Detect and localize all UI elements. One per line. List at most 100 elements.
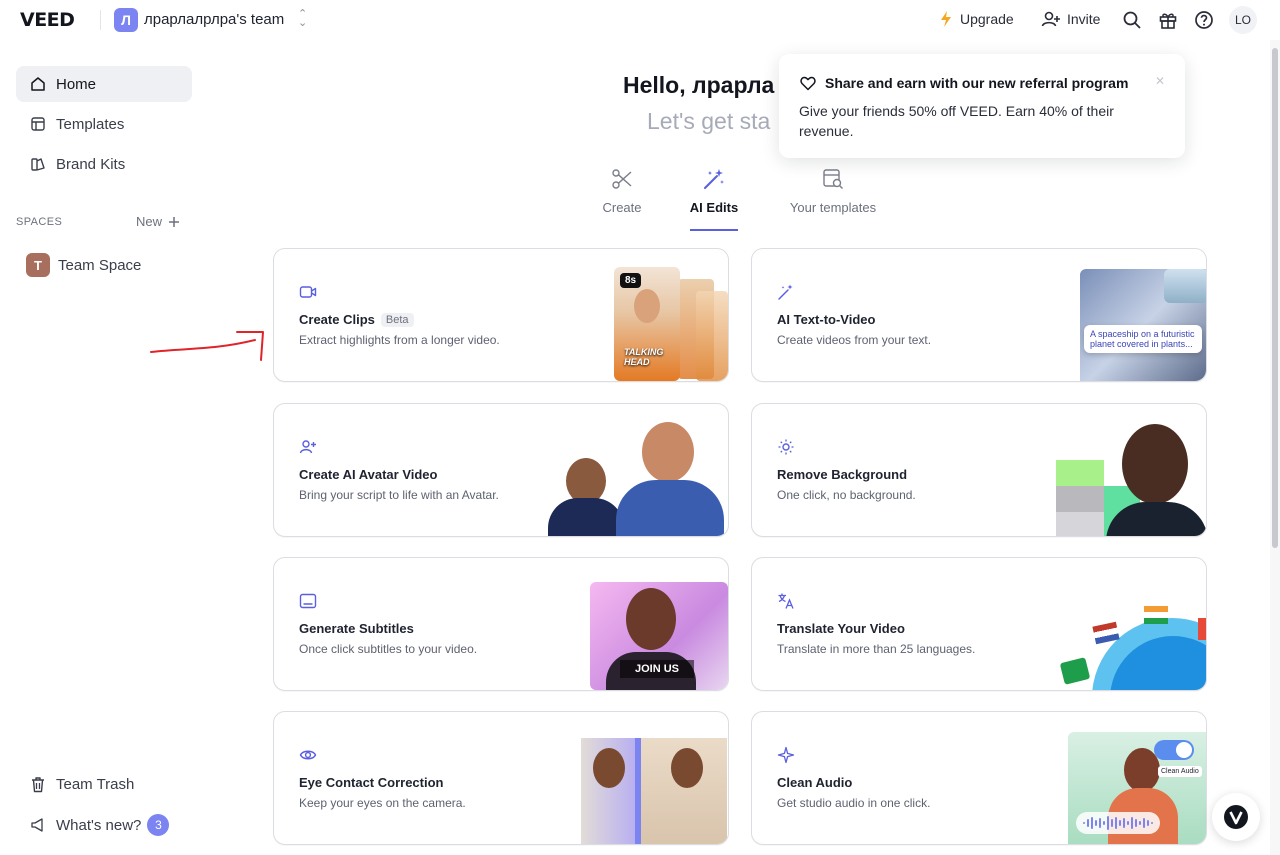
- tab-your-templates[interactable]: Your templates: [783, 164, 883, 215]
- avatar-thumbnail: [544, 414, 728, 536]
- beta-badge: Beta: [380, 312, 414, 327]
- card-remove-background[interactable]: Remove Background One click, no backgrou…: [751, 403, 1207, 537]
- clips-thumbnail: 8s TALKING HEAD: [614, 267, 728, 381]
- card-description: Create videos from your text.: [777, 333, 932, 347]
- new-space-button[interactable]: New: [136, 214, 180, 229]
- duration-badge: 8s: [620, 273, 642, 288]
- sidebar-item-label: Templates: [56, 115, 125, 133]
- page-subtitle: Let's get sta: [647, 108, 771, 134]
- page-title: Hello, лрарла: [623, 72, 775, 98]
- card-title: Generate Subtitles: [299, 621, 414, 636]
- card-title: Remove Background: [777, 467, 908, 482]
- tab-label: AI Edits: [689, 200, 739, 215]
- trash-icon: [32, 777, 44, 793]
- tab-label: Create: [602, 200, 642, 215]
- sidebar-item-label: Brand Kits: [56, 155, 126, 173]
- divider: [100, 10, 101, 30]
- top-bar: VEED Л лрарлалрлра's team ⌃ ⌄ Upgrade Inv…: [0, 0, 1280, 40]
- team-switcher[interactable]: лрарлалрлра's team: [144, 11, 284, 28]
- help-icon[interactable]: [1194, 10, 1214, 30]
- templates-icon: [31, 117, 45, 131]
- subtitles-thumbnail: JOIN US: [590, 582, 728, 690]
- whats-new-label: What's new?: [56, 816, 142, 834]
- clean-audio-thumbnail: Clean Audio: [1068, 732, 1206, 844]
- tab-label: Your templates: [789, 200, 877, 215]
- magic-wand-icon: [778, 284, 793, 300]
- magic-wand-icon: [704, 169, 724, 189]
- team-trash-button[interactable]: Team Trash: [30, 776, 134, 793]
- chevron-updown-icon[interactable]: ⌃ ⌄: [298, 9, 307, 29]
- card-description: One click, no background.: [777, 488, 916, 502]
- remove-bg-icon: [778, 439, 794, 455]
- active-tab-indicator: [690, 229, 738, 231]
- sidebar-item-home[interactable]: Home: [16, 66, 192, 102]
- space-avatar: T: [26, 253, 50, 277]
- card-description: Once click subtitles to your video.: [299, 642, 478, 656]
- plus-icon: [169, 216, 180, 227]
- card-clean-audio[interactable]: Clean Audio Get studio audio in one clic…: [751, 711, 1207, 845]
- card-description: Bring your script to life with an Avatar…: [299, 488, 499, 502]
- team-avatar[interactable]: Л: [114, 8, 138, 32]
- scissors-icon: [612, 169, 632, 189]
- card-translate-your-video[interactable]: Translate Your Video Translate in more t…: [751, 557, 1207, 691]
- search-icon[interactable]: [1122, 10, 1142, 30]
- page-scrollbar[interactable]: [1270, 40, 1280, 855]
- card-generate-subtitles[interactable]: Generate Subtitles Once click subtitles …: [273, 557, 729, 691]
- card-description: Translate in more than 25 languages.: [777, 642, 976, 656]
- sidebar: Home Templates Brand Kits SPACES New T T…: [0, 40, 210, 855]
- subtitles-icon: [299, 593, 317, 609]
- remove-background-thumbnail: [1056, 424, 1206, 536]
- text-to-video-thumbnail: A spaceship on a futuristic planet cover…: [1080, 269, 1206, 381]
- sparkle-icon: [777, 746, 795, 764]
- invite-label: Invite: [1067, 11, 1101, 27]
- card-title: AI Text-to-Video: [777, 312, 876, 327]
- sidebar-item-label: Home: [56, 75, 97, 93]
- thumbnail-caption: TALKING HEAD: [624, 347, 664, 367]
- prompt-caption: A spaceship on a futuristic planet cover…: [1084, 325, 1202, 353]
- card-create-ai-avatar-video[interactable]: Create AI Avatar Video Bring your script…: [273, 403, 729, 537]
- gift-icon[interactable]: [1158, 10, 1178, 30]
- card-description: Get studio audio in one click.: [777, 796, 931, 810]
- card-description: Extract highlights from a longer video.: [299, 333, 500, 347]
- whats-new-button[interactable]: What's new? 3: [30, 814, 170, 836]
- close-icon[interactable]: ✕: [1155, 74, 1165, 88]
- clean-audio-caption: Clean Audio: [1158, 766, 1202, 777]
- home-icon: [31, 77, 45, 91]
- sidebar-item-templates[interactable]: Templates: [16, 106, 192, 142]
- translate-icon: [778, 593, 794, 609]
- audio-waveform-icon: [1083, 816, 1153, 830]
- upgrade-button[interactable]: Upgrade: [938, 10, 1014, 28]
- support-chat-button[interactable]: [1212, 793, 1260, 841]
- sidebar-item-brand-kits[interactable]: Brand Kits: [16, 146, 192, 182]
- megaphone-icon: [31, 818, 43, 832]
- translate-thumbnail: [1058, 598, 1206, 690]
- user-avatar[interactable]: LO: [1229, 6, 1257, 34]
- heart-icon: [800, 76, 816, 91]
- space-item-team-space[interactable]: T Team Space: [26, 253, 141, 277]
- veed-chat-icon: [1224, 805, 1248, 829]
- add-user-icon: [1041, 11, 1060, 27]
- card-eye-contact-correction[interactable]: Eye Contact Correction Keep your eyes on…: [273, 711, 729, 845]
- card-ai-text-to-video[interactable]: AI Text-to-Video Create videos from your…: [751, 248, 1207, 382]
- eye-contact-thumbnail: [581, 738, 727, 844]
- card-create-clips[interactable]: Create Clips Beta Extract highlights from…: [273, 248, 729, 382]
- spaces-heading: SPACES: [16, 216, 63, 228]
- lightning-icon: [941, 11, 951, 27]
- card-description: Keep your eyes on the camera.: [299, 796, 466, 810]
- referral-notification[interactable]: Share and earn with our new referral pro…: [779, 54, 1185, 158]
- tab-create[interactable]: Create: [596, 164, 648, 215]
- card-title: Eye Contact Correction: [299, 775, 444, 790]
- video-camera-icon: [299, 286, 317, 298]
- team-trash-label: Team Trash: [56, 776, 135, 793]
- notification-body: Give your friends 50% off VEED. Earn 40%…: [799, 103, 1114, 139]
- scrollbar-thumb[interactable]: [1272, 48, 1278, 548]
- veed-logo[interactable]: VEED: [20, 9, 75, 31]
- upgrade-label: Upgrade: [960, 11, 1014, 27]
- card-title: Create AI Avatar Video: [299, 467, 438, 482]
- card-title: Create Clips: [299, 312, 375, 327]
- invite-button[interactable]: Invite: [1041, 10, 1100, 28]
- tab-ai-edits[interactable]: AI Edits: [688, 164, 740, 215]
- subtitle-caption: JOIN US: [620, 660, 694, 678]
- card-title: Clean Audio: [777, 775, 853, 790]
- new-label: New: [136, 214, 163, 229]
